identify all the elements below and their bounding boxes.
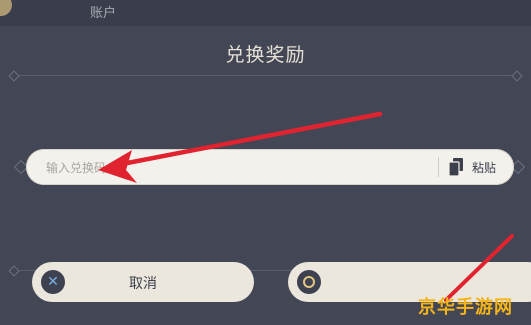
tab-account[interactable]: 账户 [90, 2, 116, 21]
input-placeholder: 输入兑换码 [46, 161, 107, 175]
corner-ornament-icon [0, 0, 12, 16]
diamond-ornament-icon [8, 70, 20, 82]
cancel-button[interactable]: ✕ 取消 [32, 262, 254, 302]
dialog-title: 兑换奖励 [225, 44, 306, 66]
diamond-ornament-icon [511, 70, 523, 82]
clipboard-icon[interactable] [449, 158, 463, 176]
cancel-button-label: 取消 [129, 276, 157, 292]
top-bar: 账户 [0, 0, 531, 26]
diamond-ornament-icon [8, 265, 20, 277]
divider-top [8, 70, 523, 82]
watermark: 京华手游网 [418, 297, 513, 318]
input-separator [438, 157, 439, 177]
circle-icon [297, 270, 321, 294]
paste-button[interactable]: 粘贴 [472, 159, 496, 176]
redeem-code-input[interactable]: 输入兑换码 粘贴 [26, 149, 514, 185]
